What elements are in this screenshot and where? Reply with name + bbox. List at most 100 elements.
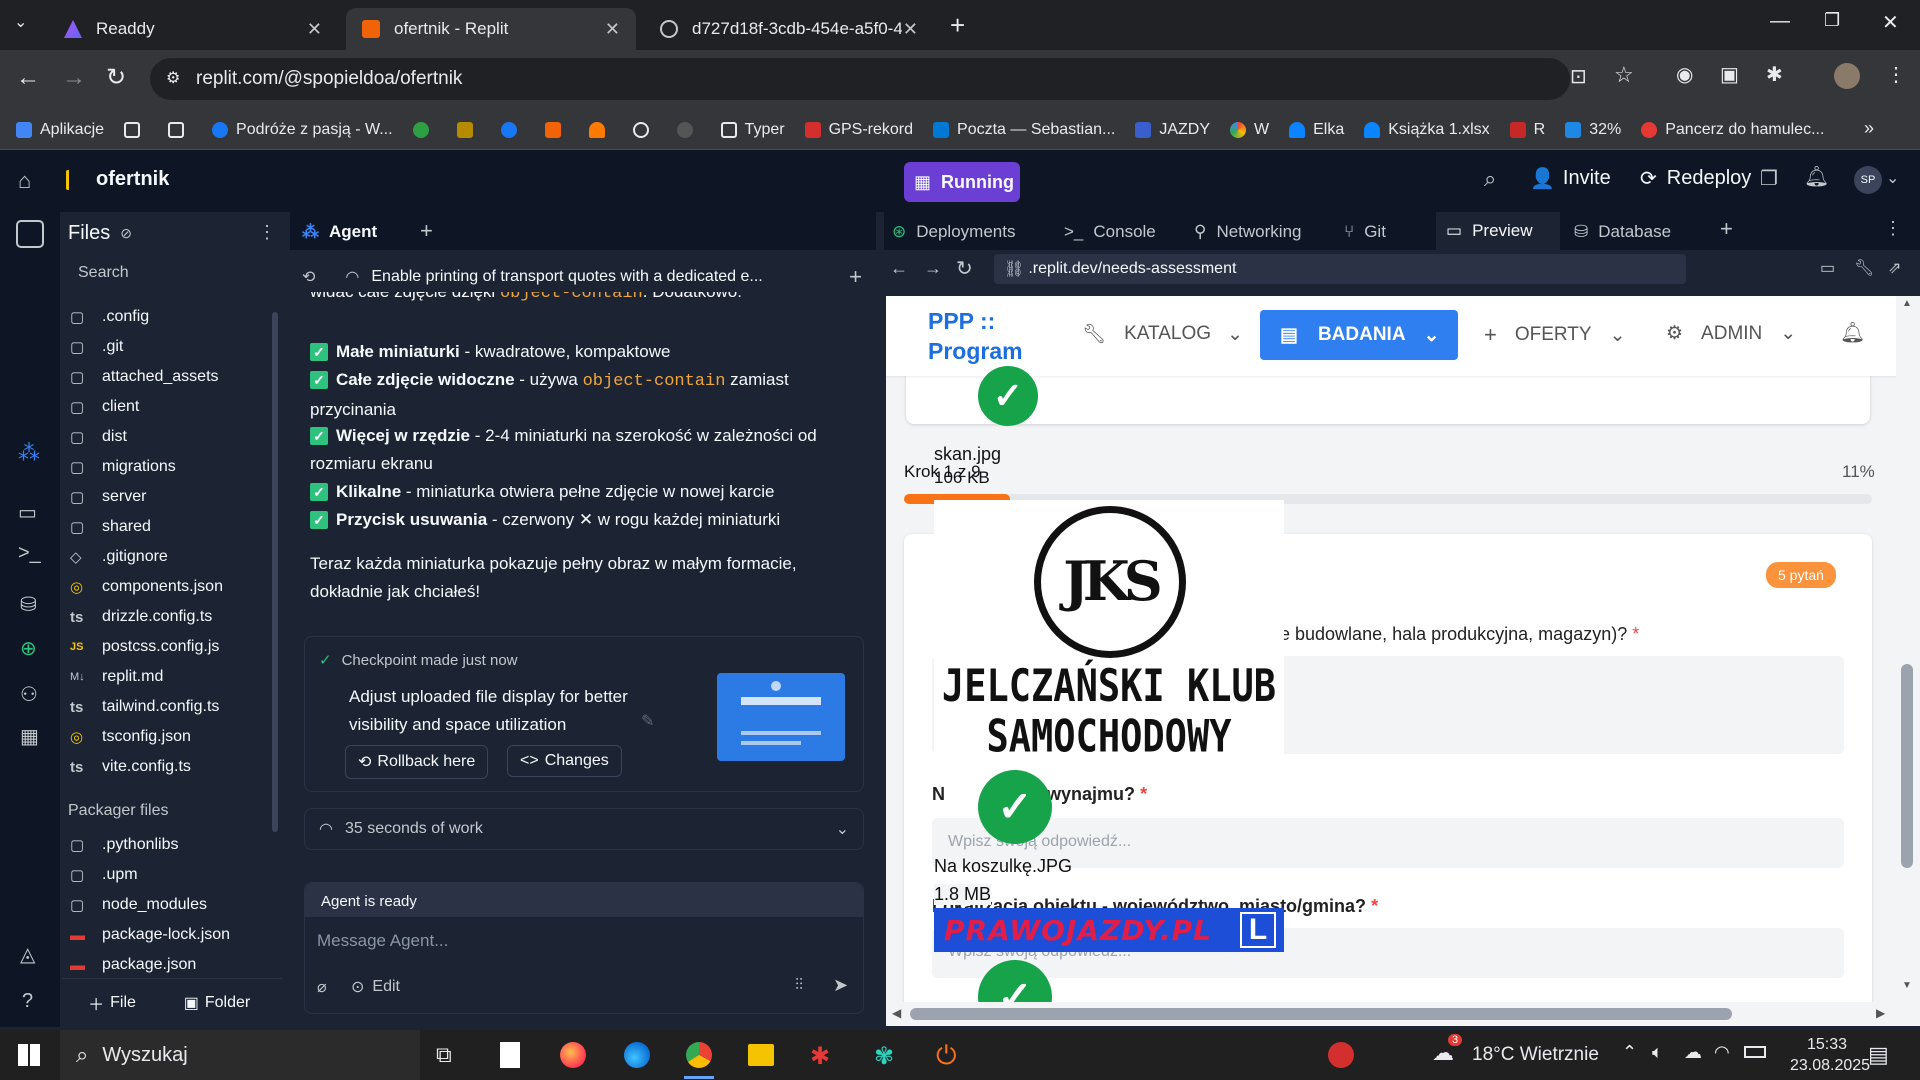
settings-sliders-icon[interactable]: ⫶⫶ xyxy=(795,977,803,995)
file-item[interactable]: ▢ migrations xyxy=(62,452,272,482)
file-item[interactable]: ▬ package-lock.json xyxy=(62,920,272,950)
preview-vertical-scrollbar[interactable]: ▲ ▼ xyxy=(1896,296,1920,1004)
message-input[interactable]: Message Agent... xyxy=(317,931,448,951)
site-settings-icon[interactable]: ⚙ xyxy=(166,68,180,88)
home-icon[interactable]: ⌂ xyxy=(18,168,31,194)
tab-git[interactable]: ⑂ Git xyxy=(1344,222,1386,242)
file-item[interactable]: ▢ client xyxy=(62,392,272,422)
browser-tab-uuid[interactable]: d727d18f-3cdb-454e-a5f0-4ad ✕ xyxy=(644,8,934,50)
database-icon[interactable]: ⛁ xyxy=(20,592,37,617)
tab-deployments[interactable]: ⊛ Deployments xyxy=(892,222,1015,242)
file-item[interactable]: ts drizzle.config.ts xyxy=(62,602,272,632)
tab-database[interactable]: ⛁ Database xyxy=(1574,222,1671,242)
restore-icon[interactable]: ❐ xyxy=(1824,10,1840,31)
apps-icon[interactable]: ▦ xyxy=(20,724,39,749)
file-item[interactable]: ◎ tsconfig.json xyxy=(62,722,272,752)
scroll-left-icon[interactable]: ◀ xyxy=(892,1006,901,1020)
monitor-icon[interactable]: ▭ xyxy=(18,500,37,525)
scrollbar-thumb[interactable] xyxy=(910,1008,1732,1020)
nav-katalog[interactable]: 🔧︎ KATALOG ⌄ xyxy=(1082,322,1243,346)
nav-badania[interactable]: ▤ BADANIA ⌄ xyxy=(1260,310,1458,360)
menu-dots-icon[interactable]: ⋮ xyxy=(1886,62,1906,87)
minimize-icon[interactable]: — xyxy=(1770,10,1790,33)
tabs-menu-icon[interactable]: ⋮ xyxy=(1884,218,1902,239)
bookmark-icon-3[interactable] xyxy=(500,121,525,138)
tab-search-chevron-icon[interactable]: ⌄ xyxy=(14,12,27,32)
camera-icon[interactable]: ◉ xyxy=(1676,62,1693,87)
running-button[interactable]: ▦ Running xyxy=(904,162,1020,202)
file-item[interactable]: ▢ attached_assets xyxy=(62,362,272,392)
bookmark-32[interactable]: 32% xyxy=(1565,121,1621,139)
scrollbar-thumb[interactable] xyxy=(1901,664,1913,868)
bookmark-poczta[interactable]: Poczta — Sebastian... xyxy=(933,121,1115,139)
add-tab-icon[interactable]: + xyxy=(1720,216,1733,242)
more-bookmarks-icon[interactable]: » xyxy=(1864,118,1874,139)
wrench-icon[interactable]: 🔧︎ xyxy=(1854,258,1874,278)
chevron-down-icon[interactable]: ⌄ xyxy=(1886,168,1899,188)
file-item[interactable]: ts vite.config.ts xyxy=(62,752,272,782)
uploaded-image-prawojazdy[interactable]: PRAWOJAZDY.PL L xyxy=(934,908,1284,952)
close-window-icon[interactable]: ✕ xyxy=(1882,10,1899,35)
file-item[interactable]: ts tailwind.config.ts xyxy=(62,692,272,722)
file-item[interactable]: M↓ replit.md xyxy=(62,662,272,692)
bookmark-star-icon[interactable]: ☆ xyxy=(1614,62,1634,88)
close-icon[interactable]: ✕ xyxy=(307,19,322,40)
bookmark-elka[interactable]: Elka xyxy=(1289,121,1344,139)
battery-icon[interactable] xyxy=(1744,1046,1766,1058)
bookmark-apps[interactable]: Aplikacje xyxy=(16,121,104,139)
app-teal-icon[interactable]: ✾ xyxy=(874,1042,894,1071)
tray-chevron-icon[interactable]: ⌃ xyxy=(1622,1042,1637,1063)
bookmark-typer[interactable]: Typer xyxy=(720,121,785,139)
project-name[interactable]: ofertnik xyxy=(96,168,169,191)
firefox-icon[interactable] xyxy=(560,1042,586,1068)
eye-off-icon[interactable]: ⊘ xyxy=(120,225,132,242)
extensions-icon[interactable]: ✱ xyxy=(1766,62,1783,87)
bookmark-icon-5[interactable] xyxy=(588,121,613,138)
bookmark-icon-6[interactable] xyxy=(632,121,657,138)
bookmark-w[interactable]: W xyxy=(1230,121,1269,139)
nav-admin[interactable]: ⚙ ADMIN ⌄ xyxy=(1666,322,1796,345)
file-item[interactable]: ▢ .pythonlibs xyxy=(62,830,272,860)
app-tray-red-icon[interactable] xyxy=(1328,1042,1354,1068)
preview-forward-icon[interactable]: → xyxy=(924,258,942,279)
bookmark-ksiazka[interactable]: Książka 1.xlsx xyxy=(1364,121,1490,139)
avatar[interactable]: SP xyxy=(1854,166,1882,194)
tab-console[interactable]: >_ Console xyxy=(1064,222,1156,242)
volume-icon[interactable]: 🔈︎ xyxy=(1652,1042,1663,1063)
file-item[interactable]: ▢ node_modules xyxy=(62,890,272,920)
bookmark-icon-7[interactable] xyxy=(676,121,701,138)
scroll-right-icon[interactable]: ▶ xyxy=(1876,1006,1885,1020)
notifications-icon[interactable]: ▤ xyxy=(1868,1042,1889,1068)
bookmark-tabs-grid[interactable] xyxy=(124,121,148,138)
scroll-up-icon[interactable]: ▲ xyxy=(1902,298,1912,309)
tab-preview[interactable]: ▭ Preview xyxy=(1436,212,1560,250)
pencil-icon[interactable]: ✎ xyxy=(641,711,654,731)
explorer-icon[interactable] xyxy=(16,220,44,248)
cast-icon[interactable]: ▣ xyxy=(1720,62,1739,87)
weather-text[interactable]: 18°C Wietrznie xyxy=(1472,1044,1599,1066)
user-icon[interactable]: ⚇ xyxy=(20,682,38,707)
bookmark-podroze[interactable]: Podróże z pasją - W... xyxy=(212,121,393,139)
new-tab-plus-icon[interactable]: + xyxy=(950,10,965,41)
bookmark-icon-1[interactable] xyxy=(412,121,437,138)
files-scrollbar[interactable] xyxy=(272,312,278,832)
url-field[interactable]: ⚙ replit.com/@spopieldoa/ofertnik xyxy=(150,58,1570,100)
file-item[interactable]: JS postcss.config.js xyxy=(62,632,272,662)
bell-icon[interactable]: 🔔︎ xyxy=(1840,320,1865,345)
tab-networking[interactable]: ⚲ Networking xyxy=(1194,222,1302,242)
file-item[interactable]: ▢ dist xyxy=(62,422,272,452)
close-icon[interactable]: ✕ xyxy=(605,19,620,40)
bookmark-pancerz[interactable]: Pancerz do hamulec... xyxy=(1641,121,1824,139)
clock[interactable]: 15:33 23.08.2025 xyxy=(1790,1034,1870,1076)
notepad-icon[interactable] xyxy=(500,1042,520,1068)
preview-horizontal-scrollbar[interactable]: ◀ ▶ xyxy=(886,1002,1920,1026)
chrome-icon[interactable] xyxy=(686,1042,712,1068)
files-menu-icon[interactable]: ⋮ xyxy=(258,222,276,243)
edge-icon[interactable] xyxy=(624,1042,650,1068)
file-item[interactable]: ◇ .gitignore xyxy=(62,542,272,572)
attach-icon[interactable]: ⌀ xyxy=(317,977,327,997)
work-summary[interactable]: ◠ 35 seconds of work ⌄ xyxy=(304,808,864,850)
edit-mode-button[interactable]: ⊙ Edit xyxy=(351,977,400,997)
browser-tab-readdy[interactable]: Readdy ✕ xyxy=(48,8,338,50)
add-tab-icon[interactable]: + xyxy=(420,218,433,244)
